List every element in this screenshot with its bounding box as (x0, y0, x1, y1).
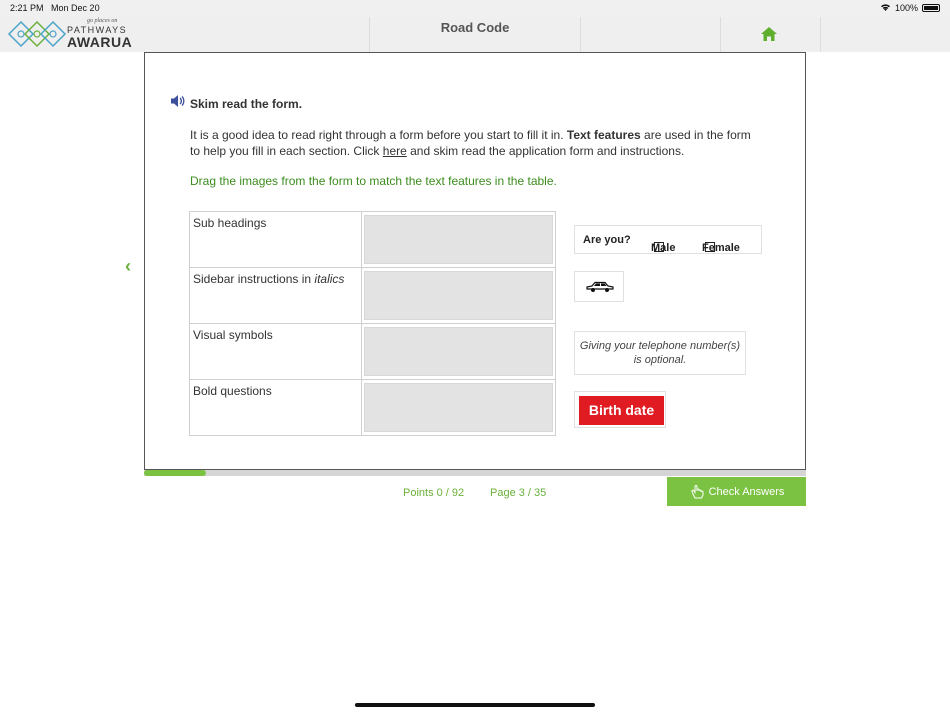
home-icon[interactable] (760, 26, 780, 44)
checkbox-icon (705, 242, 715, 252)
header-divider (720, 17, 721, 52)
status-right: 100% (880, 3, 940, 13)
logo-mark-icon (7, 20, 67, 48)
row-label: Bold questions (190, 380, 362, 435)
draggable-tile-sidebar-instruction[interactable]: Giving your telephone number(s) is optio… (574, 331, 746, 375)
page-title: Road Code (440, 20, 510, 35)
drop-zone[interactable] (364, 383, 553, 432)
logo-awarua: AWARUA (67, 34, 133, 50)
draggable-tile-sub-heading[interactable]: Birth date (574, 391, 666, 428)
drag-instruction: Drag the images from the form to match t… (190, 174, 557, 188)
speaker-icon[interactable] (170, 94, 187, 108)
check-answers-label: Check Answers (708, 485, 785, 498)
progress-fill (144, 470, 207, 476)
drop-zone[interactable] (364, 215, 553, 264)
row-label: Sub headings (190, 212, 362, 267)
tile-optional-line2: is optional. (633, 354, 687, 366)
activity-heading: Skim read the form. (190, 97, 303, 111)
header-divider (820, 17, 821, 52)
draggable-tile-bold-question[interactable]: Are you? Male Female (574, 225, 762, 254)
text-features-bold: Text features (566, 128, 641, 142)
row-label: Sidebar instructions in italics (190, 268, 362, 323)
table-row: Sub headings (190, 212, 555, 267)
status-time: 2:21 PM Mon Dec 20 (10, 3, 100, 13)
header-divider (580, 17, 581, 52)
top-bar: go places on PATHWAYS AWARUA Road Code (0, 17, 950, 52)
date-text: Mon Dec 20 (51, 3, 100, 13)
battery-icon (922, 4, 940, 12)
table-row: Sidebar instructions in italics (190, 267, 555, 323)
progress-bar (144, 470, 806, 476)
check-answers-button[interactable]: Check Answers (667, 477, 806, 506)
car-icon (586, 281, 614, 292)
drop-zone[interactable] (364, 271, 553, 320)
row-label: Visual symbols (190, 324, 362, 379)
table-row: Visual symbols (190, 323, 555, 379)
birth-date-label: Birth date (579, 396, 664, 425)
hand-pointer-icon (691, 484, 704, 498)
here-link[interactable]: here (383, 144, 407, 158)
tile-question-text: Are you? (583, 234, 631, 246)
status-bar: 2:21 PM Mon Dec 20 100% (0, 0, 950, 17)
pathways-awarua-logo[interactable]: go places on PATHWAYS AWARUA (7, 18, 137, 51)
intro-paragraph: It is a good idea to read right through … (190, 128, 751, 158)
match-table: Sub headings Sidebar instructions in ita… (189, 211, 556, 436)
wifi-icon (880, 3, 891, 13)
battery-text: 100% (894, 3, 918, 13)
tile-optional-line1: Giving your telephone number(s) (579, 340, 741, 352)
time-text: 2:21 PM (10, 3, 44, 13)
previous-page-chevron-icon[interactable]: ‹ (125, 256, 131, 277)
checkbox-icon (654, 242, 664, 252)
page-counter: Page 3 / 35 (490, 487, 547, 499)
drop-zone[interactable] (364, 327, 553, 376)
logo-tagline: go places on (87, 18, 118, 24)
draggable-tile-visual-symbol[interactable] (574, 271, 624, 302)
points-counter: Points 0 / 92 (403, 487, 465, 499)
table-row: Bold questions (190, 379, 555, 435)
home-indicator[interactable] (355, 703, 595, 707)
